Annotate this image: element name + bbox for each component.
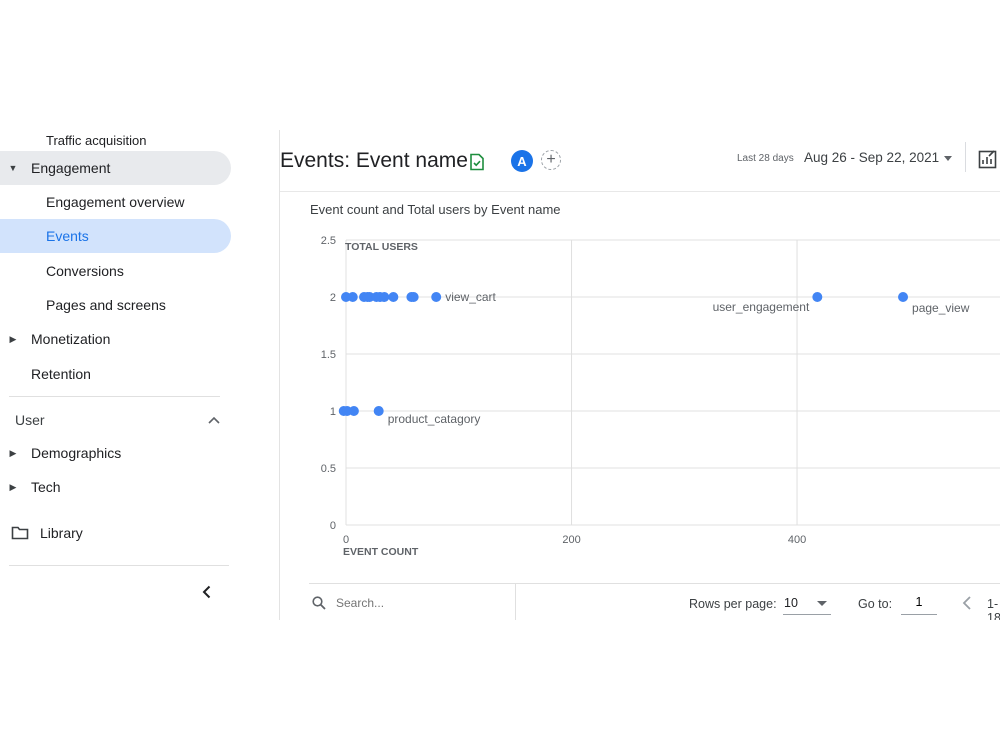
sidebar-item-monetization[interactable]: ▶ Monetization: [0, 322, 231, 356]
y-tick-label: 1.5: [321, 349, 336, 361]
sidebar-item-label: Demographics: [31, 445, 122, 461]
report-header: Events: Event name A + Last 28 days Aug …: [280, 130, 1000, 192]
date-range-prefix: Last 28 days: [737, 153, 794, 164]
x-tick-label: 200: [562, 534, 580, 546]
data-point-label: product_catagory: [388, 412, 481, 426]
sidebar-section-user[interactable]: User: [15, 409, 220, 431]
verified-report-icon[interactable]: [469, 153, 485, 171]
sidebar-item-label: Traffic acquisition: [46, 132, 147, 148]
data-point[interactable]: [812, 292, 823, 302]
data-point[interactable]: [348, 406, 359, 416]
sidebar: Traffic acquisition ▼ Engagement Engagem…: [0, 130, 280, 620]
data-point[interactable]: [898, 292, 909, 302]
y-axis-label: TOTAL USERS: [345, 241, 418, 253]
go-to-field[interactable]: [901, 592, 937, 615]
sidebar-item-label: Monetization: [31, 331, 111, 347]
page-title: Events: Event name: [280, 149, 468, 172]
data-point[interactable]: [373, 406, 384, 416]
sidebar-item-events[interactable]: Events: [0, 219, 231, 253]
folder-icon: [11, 526, 29, 540]
sidebar-item-tech[interactable]: ▶ Tech: [0, 470, 231, 504]
sidebar-item-label: Engagement overview: [46, 194, 185, 210]
sidebar-item-retention[interactable]: Retention: [0, 357, 231, 391]
y-tick-label: 0.5: [321, 463, 336, 475]
y-tick-label: 2.5: [321, 235, 336, 247]
date-range-picker[interactable]: Aug 26 - Sep 22, 2021: [804, 150, 939, 165]
search-icon: [312, 595, 326, 610]
sidebar-item-label: Retention: [31, 366, 91, 382]
analytics-app: Traffic acquisition ▼ Engagement Engagem…: [0, 130, 1000, 620]
pagination-range: 1-18: [987, 597, 1000, 620]
caret-right-icon: ▶: [9, 447, 17, 458]
sidebar-item-conversions[interactable]: Conversions: [0, 254, 231, 288]
rows-per-page-value: 10: [784, 596, 798, 610]
dropdown-caret-icon: [817, 601, 827, 606]
sidebar-item-engagement[interactable]: ▼ Engagement: [0, 151, 231, 185]
x-tick-label: 400: [788, 534, 806, 546]
data-point[interactable]: [408, 292, 419, 302]
data-point[interactable]: [431, 292, 442, 302]
sidebar-item-label: Conversions: [46, 263, 124, 279]
sidebar-item-pages-and-screens[interactable]: Pages and screens: [0, 288, 231, 322]
scatter-chart: 0 0.5 1 1.5 2 2.5 0 200 400 TOTAL USERS EVENT CO…: [321, 235, 1000, 558]
caret-right-icon: ▶: [9, 333, 17, 344]
add-comparison-button[interactable]: +: [541, 150, 561, 170]
chevron-up-icon: [208, 416, 220, 424]
previous-page-icon[interactable]: [961, 595, 973, 611]
sidebar-divider: [9, 565, 229, 566]
customize-report-icon[interactable]: [978, 150, 998, 170]
rows-per-page-select[interactable]: 10: [783, 592, 831, 615]
sidebar-item-library[interactable]: Library: [11, 525, 83, 541]
comparison-avatar[interactable]: A: [511, 150, 533, 172]
sidebar-item-label: Pages and screens: [46, 297, 166, 313]
sidebar-divider: [9, 396, 220, 397]
sidebar-item-engagement-overview[interactable]: Engagement overview: [0, 185, 231, 219]
search-box: [309, 584, 516, 620]
data-point-label: page_view: [912, 301, 970, 315]
date-dropdown-icon[interactable]: [944, 156, 952, 161]
go-to-input[interactable]: [901, 595, 937, 609]
caret-right-icon: ▶: [9, 481, 17, 492]
sidebar-item-label: Engagement: [31, 160, 111, 176]
collapse-sidebar-icon[interactable]: [199, 584, 215, 600]
section-label: User: [15, 412, 45, 428]
x-axis-label: EVENT COUNT: [343, 546, 419, 558]
header-divider: [965, 142, 966, 172]
y-tick-label: 0: [330, 520, 336, 532]
data-point-label: view_cart: [445, 290, 496, 304]
y-tick-label: 2: [330, 292, 336, 304]
caret-down-icon: ▼: [8, 163, 18, 173]
data-point[interactable]: [347, 292, 358, 302]
sidebar-item-demographics[interactable]: ▶ Demographics: [0, 436, 231, 470]
x-tick-label: 0: [343, 534, 349, 546]
data-point[interactable]: [379, 292, 390, 302]
sidebar-item-label: Events: [46, 228, 89, 244]
search-input[interactable]: [334, 594, 488, 611]
table-footer: Rows per page: 10 Go to: 1-18: [309, 583, 1000, 620]
chart-title: Event count and Total users by Event nam…: [310, 202, 561, 217]
sidebar-item-label: Tech: [31, 479, 61, 495]
rows-per-page-label: Rows per page:: [689, 597, 777, 611]
y-tick-label: 1: [330, 406, 336, 418]
data-point-label: user_engagement: [713, 300, 810, 314]
sidebar-item-label: Library: [40, 525, 83, 541]
go-to-label: Go to:: [858, 597, 893, 611]
data-point[interactable]: [388, 292, 399, 302]
